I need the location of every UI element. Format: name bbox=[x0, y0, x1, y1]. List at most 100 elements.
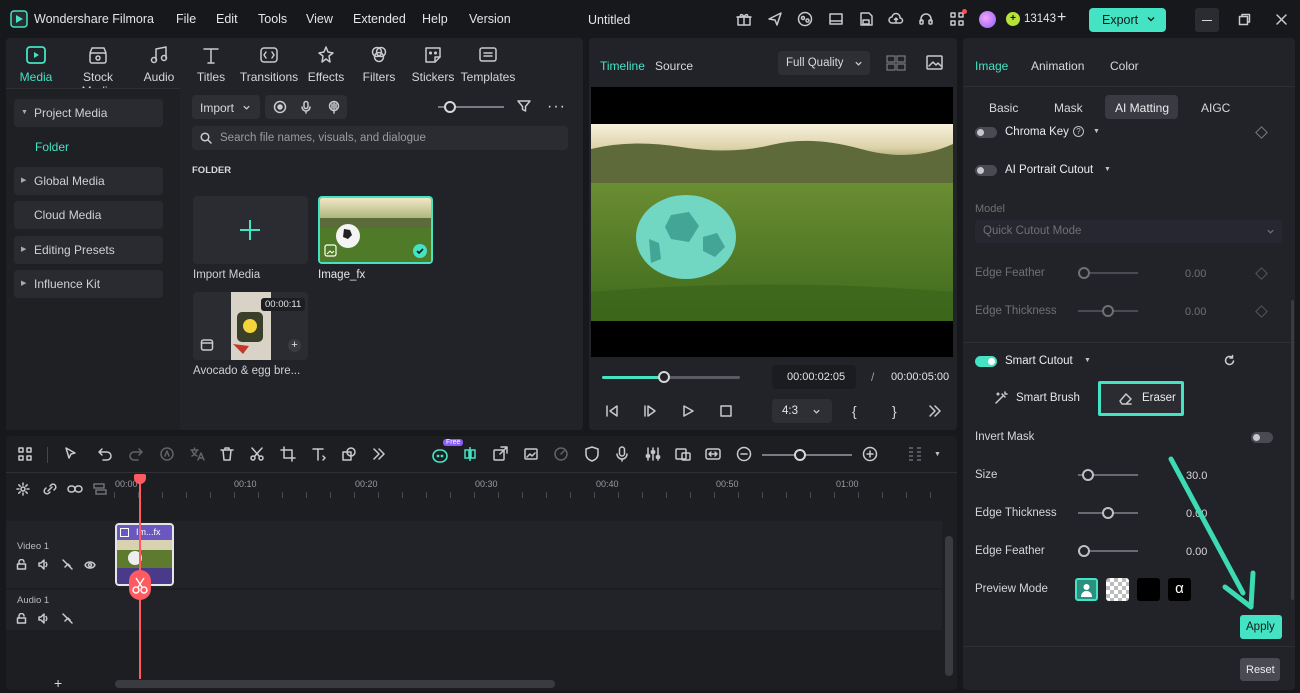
minimize-button[interactable] bbox=[1195, 8, 1219, 32]
caret-down-icon[interactable]: ▼ bbox=[934, 451, 941, 458]
sidebar-item-global-media[interactable]: ▶ Global Media bbox=[14, 167, 163, 195]
layout-grid-icon[interactable] bbox=[17, 446, 33, 462]
fit-icon[interactable] bbox=[705, 446, 721, 462]
delete-icon[interactable] bbox=[219, 446, 235, 462]
voiceover-mic-icon[interactable] bbox=[614, 446, 630, 462]
ai-split-icon[interactable] bbox=[462, 446, 478, 462]
close-icon[interactable] bbox=[1275, 13, 1288, 26]
timeline-h-scrollbar[interactable] bbox=[115, 680, 555, 688]
eraser-button[interactable]: Eraser bbox=[1098, 381, 1184, 416]
cloud-upload-icon[interactable] bbox=[888, 11, 904, 27]
sidebar-item-folder[interactable]: Folder bbox=[35, 140, 69, 154]
settings-icon[interactable] bbox=[16, 482, 30, 496]
microphone-icon[interactable] bbox=[299, 100, 313, 114]
invert-mask-toggle[interactable] bbox=[1251, 432, 1273, 443]
audio-mixer-icon[interactable] bbox=[645, 446, 661, 462]
ai-robot-icon[interactable] bbox=[431, 446, 449, 464]
sidebar-item-project-media[interactable]: ▼ Project Media bbox=[14, 99, 163, 127]
tab-templates[interactable]: Templates bbox=[458, 44, 518, 84]
snapshot-icon[interactable] bbox=[926, 55, 943, 70]
avatar[interactable] bbox=[979, 11, 996, 28]
zoom-slider[interactable] bbox=[762, 449, 852, 461]
media-tile-image-fx[interactable] bbox=[318, 196, 433, 264]
sc-edge-feather-slider[interactable] bbox=[1078, 545, 1138, 557]
size-slider[interactable] bbox=[1078, 469, 1138, 481]
zoom-out-icon[interactable] bbox=[736, 446, 752, 462]
video-preview[interactable] bbox=[591, 87, 953, 357]
tab-filters[interactable]: Filters bbox=[349, 44, 409, 84]
volume-icon[interactable] bbox=[38, 559, 50, 570]
preview-mode-black[interactable] bbox=[1137, 578, 1160, 601]
filter-icon[interactable] bbox=[516, 98, 532, 114]
play-icon[interactable] bbox=[681, 404, 695, 418]
maximize-icon[interactable] bbox=[1238, 13, 1251, 26]
reset-section-icon[interactable] bbox=[1223, 354, 1236, 367]
thumbnail-size-slider[interactable] bbox=[438, 101, 504, 113]
tab-timeline[interactable]: Timeline bbox=[600, 59, 645, 73]
lock-icon[interactable] bbox=[16, 559, 27, 570]
select-tool-icon[interactable] bbox=[63, 446, 79, 462]
undo-icon[interactable] bbox=[97, 446, 113, 462]
menu-file[interactable]: File bbox=[176, 12, 196, 26]
shield-icon[interactable] bbox=[584, 446, 600, 462]
layout-icon[interactable] bbox=[828, 11, 844, 27]
zoom-in-icon[interactable] bbox=[862, 446, 878, 462]
tab-mask[interactable]: Mask bbox=[1054, 101, 1083, 115]
edge-feather-slider[interactable] bbox=[1078, 267, 1138, 279]
menu-view[interactable]: View bbox=[306, 12, 333, 26]
playback-scrubber[interactable] bbox=[658, 371, 671, 383]
sidebar-item-influence-kit[interactable]: ▶ Influence Kit bbox=[14, 270, 163, 298]
hide-effects-icon[interactable] bbox=[62, 613, 73, 624]
export-clip-icon[interactable] bbox=[492, 446, 508, 462]
community-icon[interactable] bbox=[797, 11, 813, 27]
stop-icon[interactable] bbox=[719, 404, 733, 418]
crop-icon[interactable] bbox=[280, 446, 296, 462]
menu-tools[interactable]: Tools bbox=[258, 12, 287, 26]
tab-ai-matting[interactable]: AI Matting bbox=[1105, 95, 1178, 119]
save-icon[interactable] bbox=[858, 11, 874, 27]
export-button[interactable]: Export bbox=[1089, 8, 1166, 32]
timeline-v-scrollbar[interactable] bbox=[945, 536, 953, 676]
caret-down-icon[interactable]: ▼ bbox=[1104, 166, 1111, 173]
reset-button[interactable]: Reset bbox=[1240, 658, 1280, 681]
voice-icon[interactable] bbox=[327, 100, 341, 114]
image-edit-icon[interactable] bbox=[523, 446, 539, 462]
playback-progress[interactable] bbox=[602, 371, 740, 383]
import-media-tile[interactable] bbox=[193, 196, 308, 264]
properties-scrollbar[interactable] bbox=[1291, 300, 1294, 600]
split-scissors-button[interactable] bbox=[129, 570, 151, 600]
unlink-icon[interactable] bbox=[43, 482, 57, 496]
preview-mode-portrait[interactable] bbox=[1075, 578, 1098, 601]
apply-button[interactable]: Apply bbox=[1240, 615, 1282, 639]
shape-icon[interactable] bbox=[341, 446, 357, 462]
auto-reframe-icon[interactable] bbox=[675, 446, 691, 462]
aspect-ratio-dropdown[interactable]: 4:3 bbox=[772, 399, 832, 423]
model-dropdown[interactable]: Quick Cutout Mode bbox=[975, 220, 1282, 243]
add-to-timeline-icon[interactable]: + bbox=[288, 339, 301, 352]
eye-icon[interactable] bbox=[84, 560, 96, 570]
tab-color[interactable]: Color bbox=[1110, 59, 1139, 73]
sc-edge-thickness-slider[interactable] bbox=[1078, 507, 1138, 519]
tab-effects[interactable]: Effects bbox=[296, 44, 356, 84]
record-screen-icon[interactable] bbox=[273, 100, 287, 114]
sidebar-item-cloud-media[interactable]: Cloud Media bbox=[14, 201, 163, 229]
mark-out-icon[interactable]: } bbox=[892, 403, 897, 419]
tab-source[interactable]: Source bbox=[655, 59, 693, 73]
menu-version[interactable]: Version bbox=[469, 12, 511, 26]
preview-mode-transparent[interactable] bbox=[1106, 578, 1129, 601]
prev-frame-icon[interactable] bbox=[605, 404, 619, 418]
tab-stickers[interactable]: Stickers bbox=[403, 44, 463, 84]
menu-edit[interactable]: Edit bbox=[216, 12, 238, 26]
text-icon[interactable] bbox=[311, 446, 327, 462]
caret-down-icon[interactable]: ▼ bbox=[1084, 357, 1091, 364]
media-tile-avocado[interactable]: 00:00:11 + bbox=[193, 292, 308, 360]
next-frame-icon[interactable] bbox=[643, 404, 657, 418]
import-dropdown[interactable]: Import bbox=[192, 95, 260, 119]
chroma-key-toggle[interactable] bbox=[975, 127, 997, 138]
tab-animation[interactable]: Animation bbox=[1031, 59, 1084, 73]
more-tools-icon[interactable] bbox=[371, 446, 387, 462]
split-icon[interactable] bbox=[249, 446, 265, 462]
timeline-ruler[interactable] bbox=[114, 492, 942, 498]
tab-basic[interactable]: Basic bbox=[989, 101, 1018, 115]
smart-cutout-toggle[interactable] bbox=[975, 356, 997, 367]
